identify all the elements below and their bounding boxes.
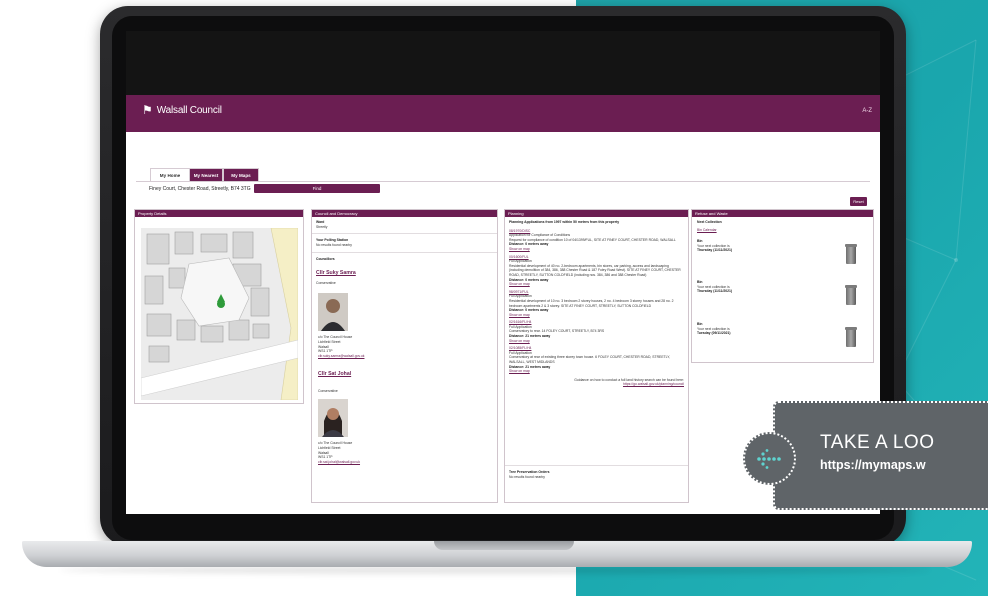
councillor-email-link[interactable]: cllr.sat.johal@walsall.gov.uk [318,460,360,465]
collection-date: Thursday (11/11/2021) [697,289,733,294]
councillor-email-link[interactable]: cllr.suky.samra@walsall.gov.uk [318,354,364,359]
councillor-party: Conservative [316,280,336,285]
tpo-value: No results found nearby [509,474,545,479]
application-description: Residential development of 10 no. 3 bedr… [509,298,674,308]
councillors-title: Councillors [316,257,335,262]
avatar [318,399,348,438]
panel-title: Property Details [135,210,303,217]
reset-button[interactable]: Reset [850,197,867,206]
council-crest-icon: ⚑ [142,103,153,117]
planning-heading: Planning Applications from 1997 within 5… [509,220,620,224]
planning-application: 02/1616/FL/H4 Full Application Conservat… [509,320,684,343]
application-description: Residential development of 40 no. 2-bedr… [509,263,681,277]
map-graphic [140,227,299,401]
laptop-notch [434,541,574,550]
show-on-map-link[interactable]: Show on map [509,282,684,287]
logo-text: Walsall Council [156,104,222,116]
address-display: Finey Court, Chester Road, Streetly, B74… [149,186,251,192]
avatar [318,293,348,332]
wheelie-bin-icon [845,244,857,264]
planning-application: 08/1970/DISC Application for Compliance … [509,229,684,252]
councillor-name[interactable]: Cllr Sat Johal [318,371,351,377]
bin-collection: Bin Your next collection is Tuesday (09/… [697,322,731,336]
app-body: My Home My Nearest My Maps Finey Court, … [126,132,880,514]
a-z-link[interactable]: A-Z [862,108,872,114]
councillor-name[interactable]: Cllr Suky Samra [316,270,493,276]
tab-my-nearest[interactable]: My Nearest [189,168,223,182]
polling-station-value: No results found nearby [316,242,352,247]
panel-title: Refuse and Waste [692,210,873,217]
property-map[interactable] [140,227,299,401]
planning-application: 02/1085/FL/H4 Full Application Conservat… [509,346,684,374]
planning-application: 00/1600/FUL Full Application Residential… [509,255,684,287]
bin-collection: Bin Your next collection is Thursday (11… [697,280,732,294]
collection-date: Thursday (11/11/2021) [697,248,733,253]
council-democracy-panel: Council and Democracy Ward Streetly Your… [311,209,498,503]
wheelie-bin-icon [845,285,857,305]
laptop-shadow [60,566,930,574]
next-collection-title: Next Collection [697,220,722,224]
planning-panel: Planning Planning Applications from 1997… [504,209,689,503]
refuse-waste-panel: Refuse and Waste Next Collection Bin Cal… [691,209,874,363]
tab-divider [136,181,870,182]
show-on-map-link[interactable]: Show on map [509,313,684,318]
council-logo[interactable]: ⚑ Walsall Council [142,104,222,116]
panel-title: Council and Democracy [312,210,497,217]
panel-title: Planning [505,210,688,217]
show-on-map-link[interactable]: Show on map [509,339,684,344]
bin-calendar-link[interactable]: Bin Calendar [697,228,868,233]
tab-my-maps[interactable]: My Maps [223,168,259,182]
show-on-map-link[interactable]: Show on map [509,247,684,252]
guidance-link[interactable]: https://go.walsall.gov.uk/planning/counc… [509,382,684,387]
bin-collection: Bin Your next collection is Thursday (11… [697,239,732,253]
planning-application: 98/0971/FUL Full Application Residential… [509,290,684,318]
collection-date: Tuesday (09/11/2021) [697,331,731,336]
ward-value: Streetly [316,224,328,229]
find-button[interactable]: Find [254,184,380,193]
wheelie-bin-icon [845,327,857,347]
tab-my-home[interactable]: My Home [150,168,190,182]
laptop-screen: ⚑ Walsall Council A-Z My Home My Nearest… [126,31,880,514]
property-details-panel: Property Details [134,209,304,404]
councillor-party: Conservative [318,389,338,394]
app-header: ⚑ Walsall Council A-Z [126,95,880,132]
application-description: Conservatory at rear of existing three s… [509,355,671,365]
show-on-map-link[interactable]: Show on map [509,369,684,374]
